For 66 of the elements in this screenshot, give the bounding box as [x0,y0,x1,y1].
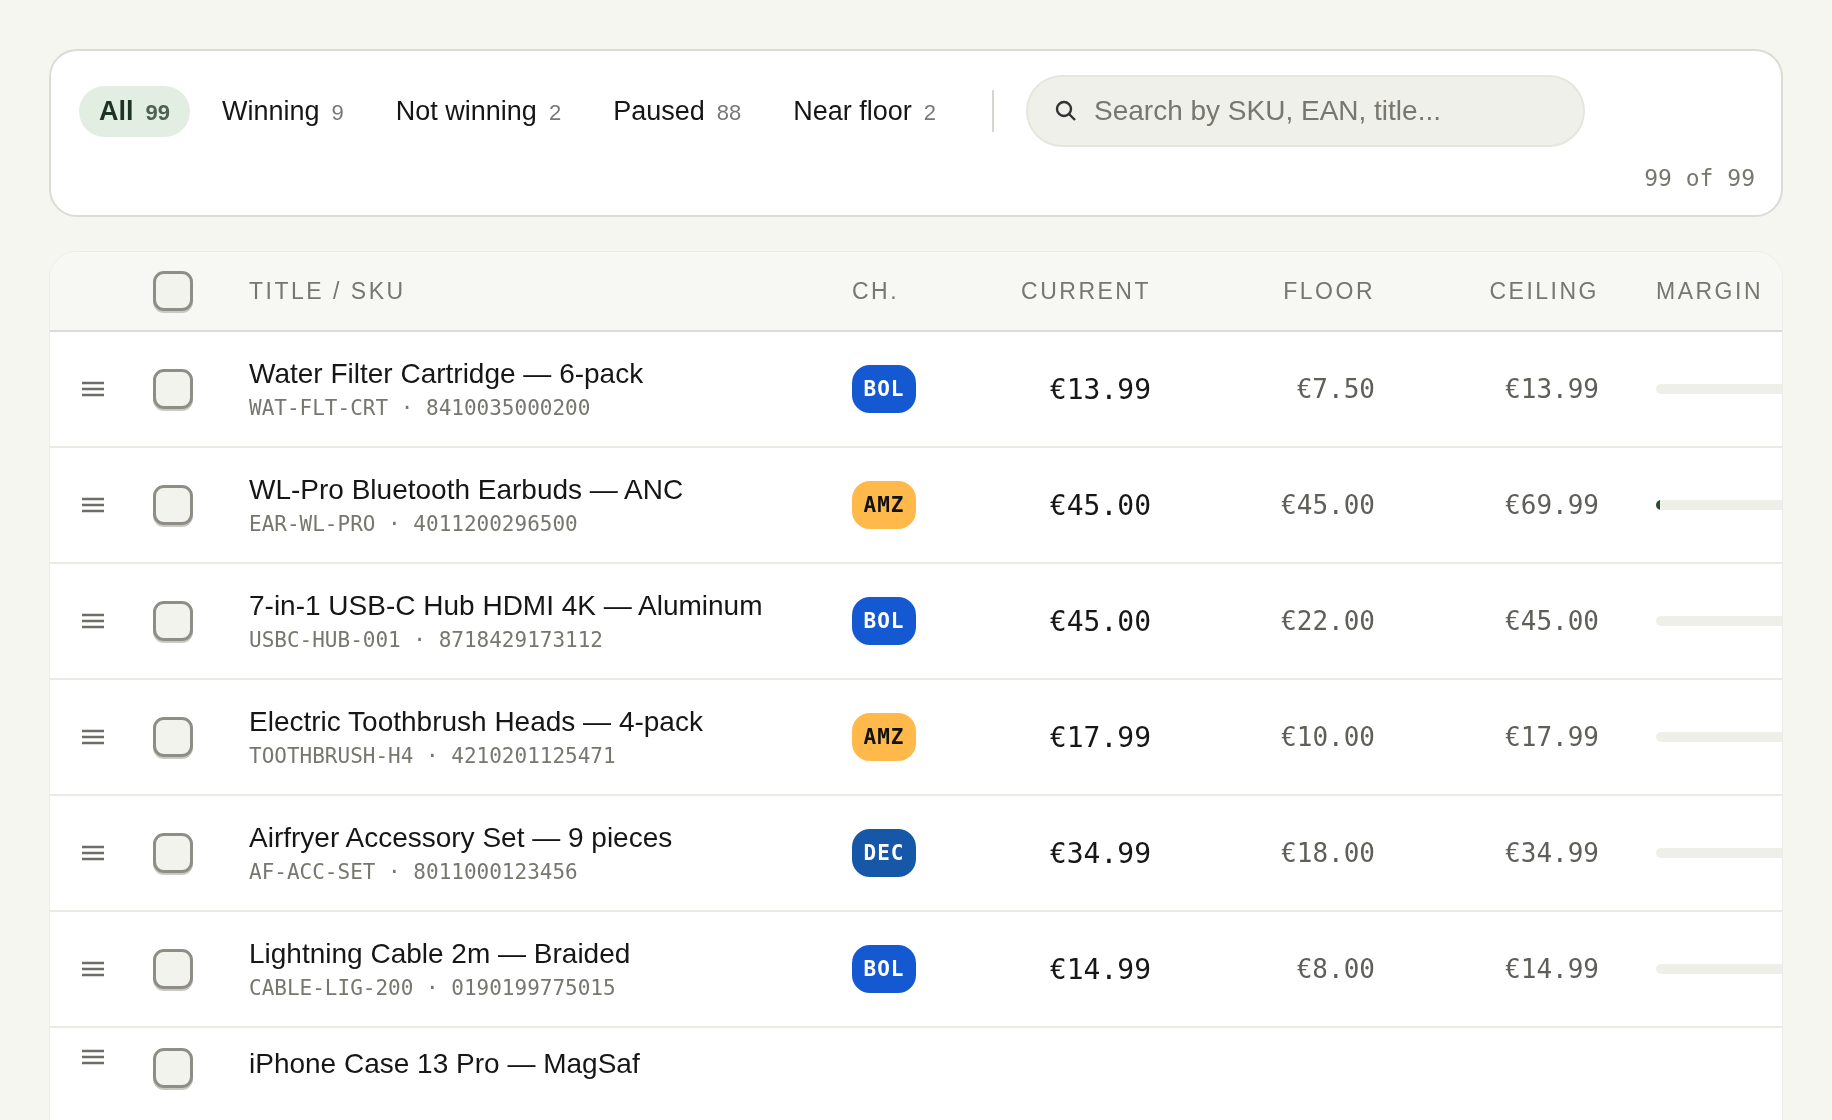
product-title: WL-Pro Bluetooth Earbuds — ANC [249,474,685,506]
ceiling-price: €13.99 [1504,374,1599,404]
checkbox[interactable] [153,833,193,873]
ceiling-price: €34.99 [1504,838,1599,868]
floor-price: €7.50 [1295,374,1375,404]
sku-ean: CABLE-LIG-200 · 0190199775015 [249,976,617,1000]
product-title: Lightning Cable 2m — Braided [249,938,632,970]
ceiling-price: €17.99 [1504,722,1599,752]
checkbox[interactable] [153,271,193,311]
filter-tab[interactable]: All 99 [79,85,190,137]
sku-ean: WAT-FLT-CRT · 8410035000200 [249,396,592,420]
checkbox[interactable] [153,949,193,989]
current-price: €17.99 [1048,720,1151,754]
search-icon [1054,99,1078,123]
column-header: TITLE / SKU [249,277,407,305]
sku-ean: EAR-WL-PRO · 4011200296500 [249,512,579,536]
ceiling-price: €45.00 [1504,606,1599,636]
product-title: 7-in-1 USB-C Hub HDMI 4K — Aluminum [249,590,764,622]
channel-badge: BOL [852,945,916,993]
floor-price: €18.00 [1280,838,1375,868]
checkbox[interactable] [153,717,193,757]
current-price: €45.00 [1048,604,1151,638]
result-count: 99 of 99 [1644,165,1755,191]
sku-ean: AF-ACC-SET · 8011000123456 [249,860,579,884]
drag-handle-icon[interactable] [81,380,105,398]
drag-handle-icon[interactable] [81,612,105,630]
filter-tab[interactable]: Not winning 2 [375,85,582,137]
current-price: €14.99 [1048,952,1151,986]
floor-price: €22.00 [1280,606,1375,636]
checkbox[interactable] [153,1048,193,1088]
column-header: CH. [852,277,901,305]
drag-handle-icon[interactable] [81,1048,105,1066]
ceiling-price: €69.99 [1504,490,1599,520]
checkbox[interactable] [153,601,193,641]
channel-badge: AMZ [852,481,916,529]
product-title: iPhone Case 13 Pro — MagSaf [249,1048,641,1080]
product-title: Airfryer Accessory Set — 9 pieces [249,822,674,854]
current-price: €45.00 [1048,488,1151,522]
product-title: Water Filter Cartridge — 6-pack [249,358,645,390]
column-header: FLOOR [1282,277,1375,305]
drag-handle-icon[interactable] [81,844,105,862]
filter-tab[interactable]: Near floor 2 [773,85,956,137]
sku-ean: TOOTHBRUSH-H4 · 4210201125471 [249,744,617,768]
channel-badge: DEC [852,829,916,877]
channel-badge: BOL [852,597,916,645]
current-price: €34.99 [1048,836,1151,870]
column-header: CURRENT [1020,277,1151,305]
ceiling-price: €14.99 [1504,954,1599,984]
filter-tab[interactable]: Paused 88 [593,85,762,137]
floor-price: €10.00 [1280,722,1375,752]
drag-handle-icon[interactable] [81,960,105,978]
floor-price: €8.00 [1295,954,1375,984]
channel-badge: BOL [852,365,916,413]
sku-ean: USBC-HUB-001 · 8718429173112 [249,628,604,652]
current-price: €13.99 [1048,372,1151,406]
drag-handle-icon[interactable] [81,496,105,514]
channel-badge: AMZ [852,713,916,761]
drag-handle-icon[interactable] [81,728,105,746]
checkbox[interactable] [153,485,193,525]
column-header: CEILING [1488,277,1599,305]
filter-tab[interactable]: Winning 9 [202,85,364,137]
column-header: MARGIN [1656,277,1764,305]
checkbox[interactable] [153,369,193,409]
product-title: Electric Toothbrush Heads — 4-pack [249,706,704,738]
floor-price: €45.00 [1280,490,1375,520]
search-field[interactable]: Search by SKU, EAN, title... [1026,75,1585,147]
